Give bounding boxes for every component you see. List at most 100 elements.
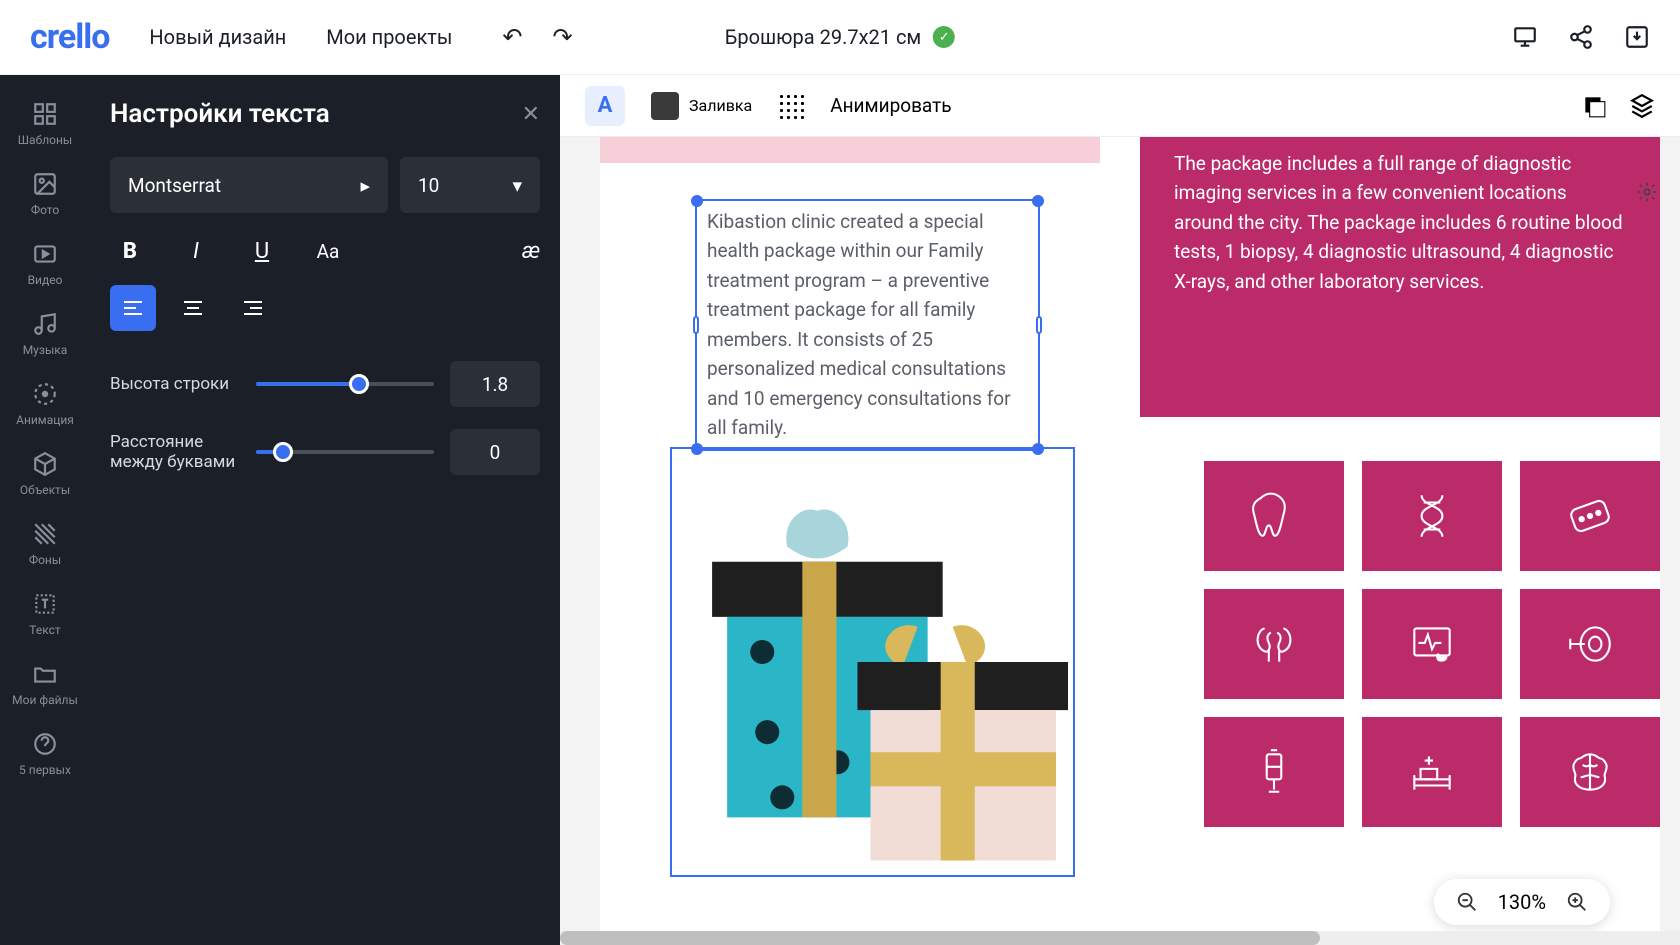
redo-button[interactable]: ↷ bbox=[553, 23, 573, 51]
case-button[interactable]: Aa bbox=[308, 231, 348, 271]
rail-text[interactable]: Текст bbox=[0, 579, 90, 649]
rail-animation[interactable]: Анимация bbox=[0, 369, 90, 439]
icon-tile-dna[interactable] bbox=[1362, 461, 1502, 571]
icon-tile-kidneys[interactable] bbox=[1204, 589, 1344, 699]
panel-title: Настройки текста bbox=[110, 99, 330, 129]
icon-tile-brain[interactable] bbox=[1520, 717, 1660, 827]
animate-button[interactable]: Анимировать bbox=[830, 94, 951, 117]
header-actions bbox=[1512, 24, 1650, 50]
slider-thumb[interactable] bbox=[349, 374, 369, 394]
font-size-select[interactable]: 10 ▾ bbox=[400, 157, 540, 213]
selection-handle-tl[interactable] bbox=[691, 195, 703, 207]
pills-icon bbox=[1564, 490, 1616, 542]
layers-icon[interactable] bbox=[1629, 93, 1655, 119]
rail-video[interactable]: Видео bbox=[0, 229, 90, 299]
rail-label: Музыка bbox=[23, 343, 68, 357]
bold-button[interactable]: B bbox=[110, 231, 150, 271]
kidneys-icon bbox=[1248, 618, 1300, 670]
line-height-slider[interactable] bbox=[256, 382, 434, 386]
selection-handle-tr[interactable] bbox=[1032, 195, 1044, 207]
zoom-out-button[interactable] bbox=[1454, 889, 1480, 915]
italic-button[interactable]: I bbox=[176, 231, 216, 271]
slider-thumb[interactable] bbox=[273, 442, 293, 462]
music-icon bbox=[32, 311, 58, 337]
selection-handle-r[interactable] bbox=[1036, 316, 1042, 334]
selection-handle-l[interactable] bbox=[693, 316, 699, 334]
canvas-area[interactable]: The package includes a full range of dia… bbox=[560, 137, 1680, 945]
help-icon bbox=[32, 731, 58, 757]
position-icon[interactable] bbox=[1581, 93, 1607, 119]
rail-backgrounds[interactable]: Фоны bbox=[0, 509, 90, 579]
logo[interactable]: crello bbox=[30, 17, 109, 57]
magenta-text-box[interactable]: The package includes a full range of dia… bbox=[1140, 137, 1660, 417]
icon-tile-pills[interactable] bbox=[1520, 461, 1660, 571]
line-height-value[interactable]: 1.8 bbox=[450, 361, 540, 407]
tooth-icon bbox=[1248, 490, 1300, 542]
close-panel-button[interactable]: ✕ bbox=[522, 102, 540, 127]
rail-label: Анимация bbox=[16, 413, 74, 427]
rail-music[interactable]: Музыка bbox=[0, 299, 90, 369]
undo-button[interactable]: ↶ bbox=[502, 23, 522, 51]
rail-label: Фоны bbox=[29, 553, 61, 567]
fill-swatch bbox=[651, 92, 679, 120]
letter-spacing-label: Расстояние между буквами bbox=[110, 432, 240, 472]
icon-tile-monitor[interactable] bbox=[1362, 589, 1502, 699]
present-icon[interactable] bbox=[1512, 24, 1538, 50]
icon-tile-mri[interactable] bbox=[1520, 589, 1660, 699]
font-size-value: 10 bbox=[418, 174, 439, 197]
brain-icon bbox=[1564, 746, 1616, 798]
text-icon bbox=[32, 591, 58, 617]
scrollbar-thumb[interactable] bbox=[560, 931, 1320, 945]
backgrounds-icon bbox=[32, 521, 58, 547]
iv-drip-icon bbox=[1248, 746, 1300, 798]
text-style-button[interactable]: A bbox=[585, 86, 625, 126]
gift-image-box[interactable] bbox=[670, 447, 1075, 877]
selected-text-box[interactable]: Kibastion clinic created a special healt… bbox=[695, 199, 1040, 451]
page-settings-icon[interactable] bbox=[1636, 181, 1658, 203]
folder-icon bbox=[32, 661, 58, 687]
underline-button[interactable]: U bbox=[242, 231, 282, 271]
download-icon[interactable] bbox=[1624, 24, 1650, 50]
rail-photo[interactable]: Фото bbox=[0, 159, 90, 229]
rail-objects[interactable]: Объекты bbox=[0, 439, 90, 509]
new-design-link[interactable]: Новый дизайн bbox=[149, 25, 286, 49]
align-center-button[interactable] bbox=[170, 285, 216, 331]
saved-cloud-icon: ✓ bbox=[933, 26, 955, 48]
zoom-control: 130% bbox=[1434, 879, 1610, 925]
photo-icon bbox=[32, 171, 58, 197]
transparency-button[interactable] bbox=[778, 93, 804, 119]
letter-spacing-slider[interactable] bbox=[256, 450, 434, 454]
design-page[interactable]: The package includes a full range of dia… bbox=[600, 137, 1660, 945]
mri-icon bbox=[1564, 618, 1616, 670]
icon-tile-tooth[interactable] bbox=[1204, 461, 1344, 571]
app-header: crello Новый дизайн Мои проекты ↶ ↷ Брош… bbox=[0, 0, 1680, 75]
tool-rail: Шаблоны Фото Видео Музыка Анимация Объек… bbox=[0, 75, 90, 945]
zoom-in-button[interactable] bbox=[1564, 889, 1590, 915]
icon-tiles-grid bbox=[1204, 461, 1660, 827]
align-left-button[interactable] bbox=[110, 285, 156, 331]
icon-tile-hospital[interactable] bbox=[1362, 717, 1502, 827]
rail-label: Мои файлы bbox=[12, 693, 78, 707]
zoom-value: 130% bbox=[1498, 890, 1546, 914]
objects-icon bbox=[32, 451, 58, 477]
chevron-right-icon: ▸ bbox=[360, 174, 370, 197]
doc-title[interactable]: Брошюра 29.7x21 см bbox=[725, 25, 921, 49]
text-settings-panel: Настройки текста ✕ Montserrat ▸ 10 ▾ B I… bbox=[90, 75, 560, 945]
rail-templates[interactable]: Шаблоны bbox=[0, 89, 90, 159]
rail-label: 5 первых bbox=[19, 763, 71, 777]
hospital-bed-icon bbox=[1406, 746, 1458, 798]
letter-spacing-value[interactable]: 0 bbox=[450, 429, 540, 475]
rail-my-files[interactable]: Мои файлы bbox=[0, 649, 90, 719]
horizontal-scrollbar[interactable] bbox=[560, 931, 1680, 945]
rail-top5[interactable]: 5 первых bbox=[0, 719, 90, 789]
rail-label: Объекты bbox=[20, 483, 70, 497]
rail-label: Фото bbox=[31, 203, 59, 217]
font-family-select[interactable]: Montserrat ▸ bbox=[110, 157, 388, 213]
icon-tile-iv[interactable] bbox=[1204, 717, 1344, 827]
my-projects-link[interactable]: Мои проекты bbox=[326, 25, 452, 49]
fill-button[interactable]: Заливка bbox=[651, 92, 752, 120]
pink-bar-shape[interactable] bbox=[600, 137, 1100, 163]
ligature-button[interactable]: æ bbox=[522, 239, 540, 264]
share-icon[interactable] bbox=[1568, 24, 1594, 50]
align-right-button[interactable] bbox=[230, 285, 276, 331]
